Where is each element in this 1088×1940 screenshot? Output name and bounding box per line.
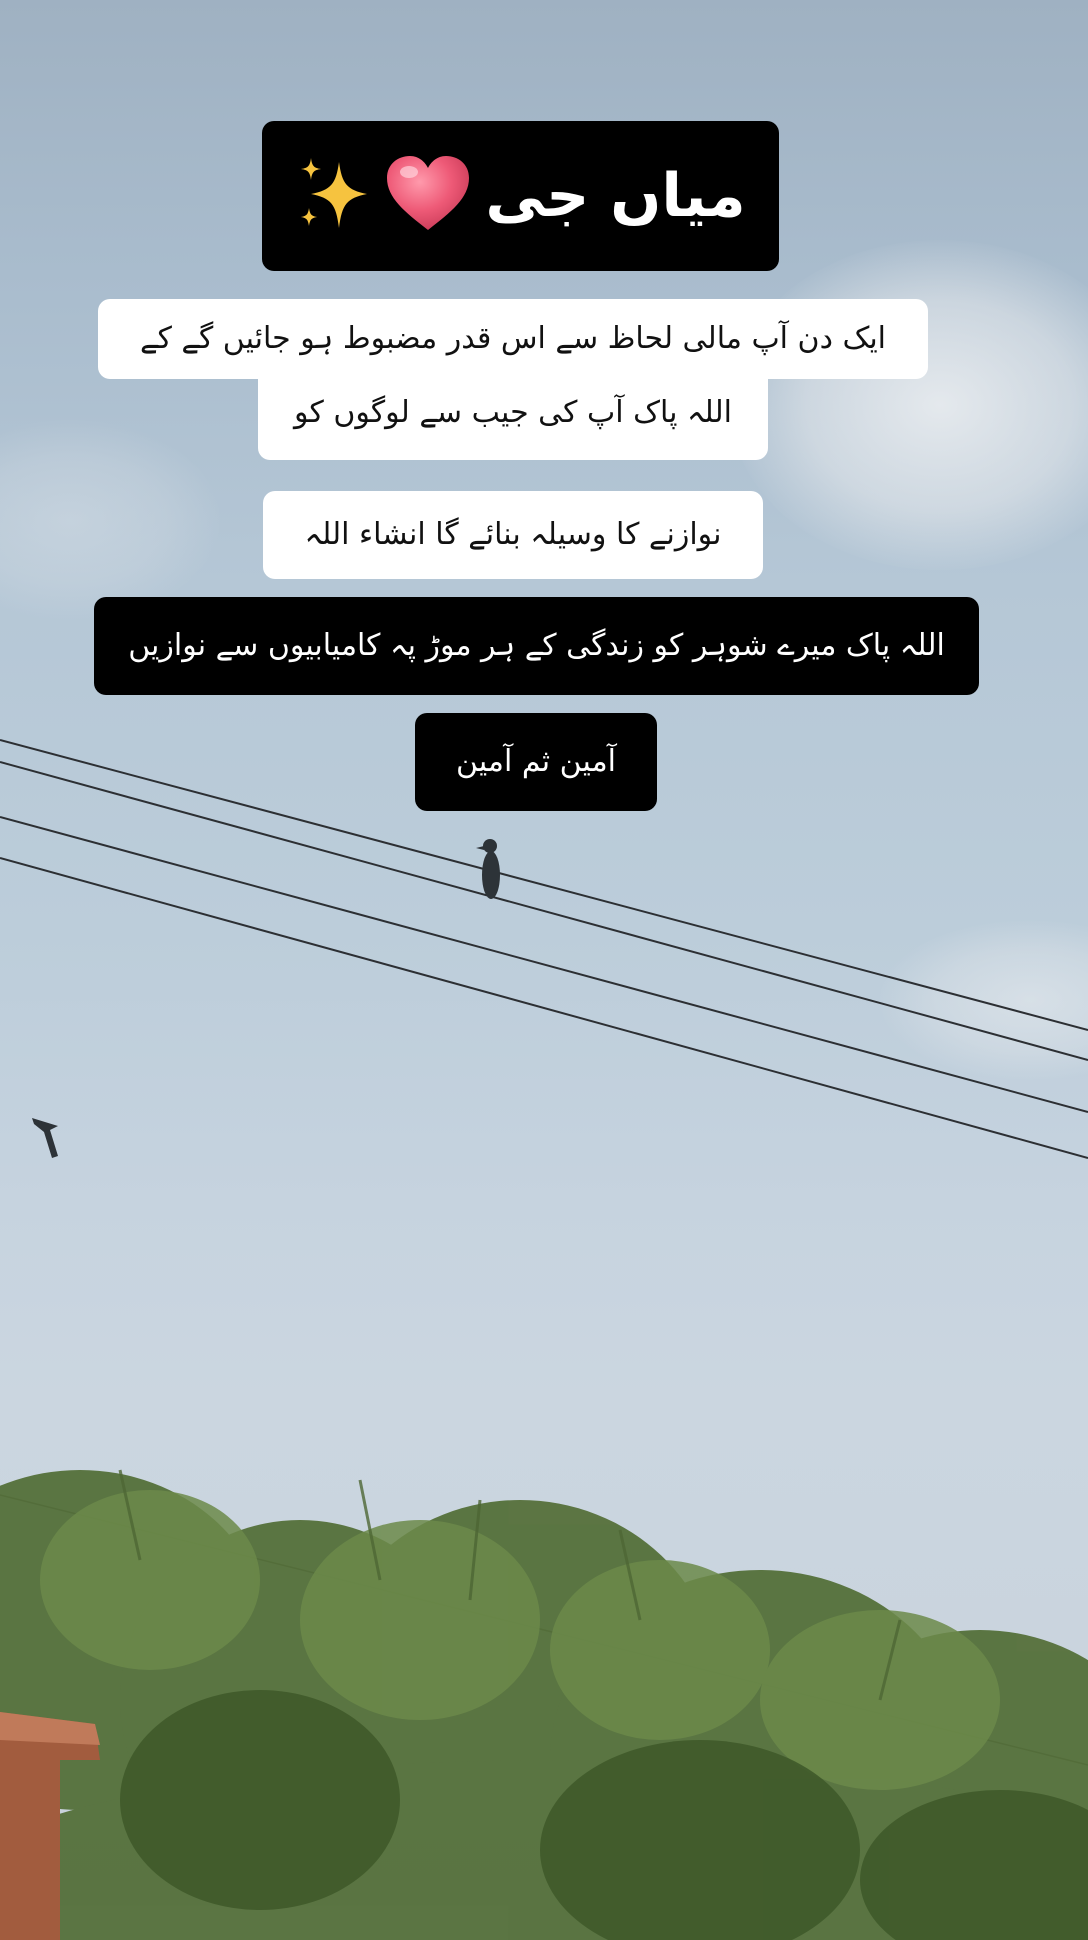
tree-canopy	[0, 1469, 1088, 1940]
heart-icon	[385, 154, 471, 238]
caption-line-1: ایک دن آپ مالی لحاظ سے اس قدر مضبوط ہو ج…	[98, 299, 928, 379]
caption-line-2: اللہ پاک آپ کی جیب سے لوگوں کو	[258, 379, 768, 460]
title-text: میاں جی	[485, 161, 746, 231]
caption-line-3: نوازنے کا وسیلہ بنائے گا انشاء اللہ	[263, 491, 763, 579]
title-badge: میاں جی	[262, 121, 779, 271]
sparkles-icon	[295, 154, 371, 238]
caption-line-4: اللہ پاک میرے شوہر کو زندگی کے ہر موڑ پہ…	[94, 597, 979, 695]
sky-photo-background	[0, 0, 1088, 1940]
caption-line-5: آمین ثم آمین	[415, 713, 657, 811]
